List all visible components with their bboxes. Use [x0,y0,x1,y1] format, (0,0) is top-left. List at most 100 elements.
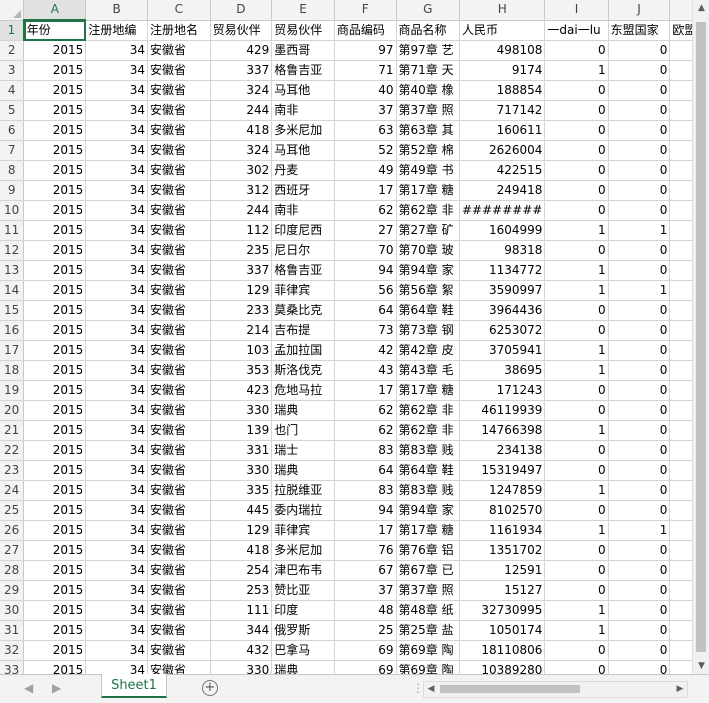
row-header[interactable]: 8 [0,160,25,181]
data-cell[interactable]: 2015 [23,340,87,361]
column-header-H[interactable]: H [459,0,546,21]
data-cell[interactable]: 76 [334,540,397,561]
header-cell[interactable]: 东盟国家 [608,20,671,41]
data-cell[interactable]: 83 [334,440,397,461]
data-cell[interactable]: 委内瑞拉 [271,500,335,521]
data-cell[interactable]: 0 [608,180,671,201]
column-header-J[interactable]: J [608,0,671,21]
row-header[interactable]: 2 [0,40,25,61]
header-cell[interactable]: 注册地名 [147,20,211,41]
data-cell[interactable]: 2015 [23,500,87,521]
data-cell[interactable]: 马耳他 [271,140,335,161]
data-cell[interactable]: 安徽省 [147,520,211,541]
vertical-scroll-thumb[interactable] [696,22,706,652]
data-cell[interactable]: 吉布提 [271,320,335,341]
add-sheet-icon[interactable]: + [202,680,218,696]
row-header[interactable]: 22 [0,440,25,461]
data-cell[interactable]: 40 [334,80,397,101]
data-cell[interactable]: 津巴布韦 [271,560,335,581]
data-cell[interactable]: 244 [210,200,273,221]
data-cell[interactable]: 第97章 艺 [396,40,460,61]
data-cell[interactable]: 34 [85,340,148,361]
data-cell[interactable]: 0 [544,160,609,181]
scroll-down-icon[interactable]: ▼ [693,658,709,674]
data-cell[interactable]: 34 [85,40,148,61]
data-cell[interactable]: 69 [334,640,397,661]
data-cell[interactable]: 25 [334,620,397,641]
data-cell[interactable]: 56 [334,280,397,301]
data-cell[interactable]: 129 [210,280,273,301]
scroll-right-icon[interactable]: ▶ [673,682,687,697]
data-cell[interactable]: 安徽省 [147,400,211,421]
data-cell[interactable]: 253 [210,580,273,601]
data-cell[interactable]: 34 [85,540,148,561]
data-cell[interactable]: 瑞典 [271,400,335,421]
row-header[interactable]: 33 [0,660,25,674]
data-cell[interactable]: 安徽省 [147,320,211,341]
data-cell[interactable]: 1 [544,280,609,301]
data-cell[interactable]: 安徽省 [147,380,211,401]
data-cell[interactable]: 249418 [459,180,546,201]
data-cell[interactable]: 2015 [23,120,87,141]
data-cell[interactable]: 0 [608,660,671,674]
row-header[interactable]: 30 [0,600,25,621]
data-cell[interactable]: 12591 [459,560,546,581]
data-cell[interactable]: 2015 [23,320,87,341]
data-cell[interactable]: 94 [334,500,397,521]
data-cell[interactable]: 2015 [23,640,87,661]
data-cell[interactable]: 15319497 [459,460,546,481]
data-cell[interactable]: 0 [544,120,609,141]
data-cell[interactable]: 第94章 家 [396,500,460,521]
data-cell[interactable]: 34 [85,460,148,481]
data-cell[interactable]: 0 [544,140,609,161]
data-cell[interactable]: 2015 [23,200,87,221]
data-cell[interactable]: 233 [210,300,273,321]
data-cell[interactable]: 34 [85,300,148,321]
data-cell[interactable]: 2015 [23,300,87,321]
data-cell[interactable]: 安徽省 [147,420,211,441]
data-cell[interactable]: 17 [334,520,397,541]
data-cell[interactable]: 0 [608,40,671,61]
data-cell[interactable]: 2015 [23,520,87,541]
data-cell[interactable]: 安徽省 [147,100,211,121]
data-cell[interactable]: 巴拿马 [271,640,335,661]
data-cell[interactable]: 0 [544,560,609,581]
row-header[interactable]: 11 [0,220,25,241]
column-header-C[interactable]: C [147,0,211,21]
data-cell[interactable]: 62 [334,400,397,421]
data-cell[interactable]: 安徽省 [147,340,211,361]
data-cell[interactable]: 432 [210,640,273,661]
data-cell[interactable]: 第70章 玻 [396,240,460,261]
data-cell[interactable]: 第42章 皮 [396,340,460,361]
data-cell[interactable]: 瑞士 [271,440,335,461]
data-cell[interactable]: 瑞典 [271,460,335,481]
data-cell[interactable]: 第69章 陶 [396,640,460,661]
data-cell[interactable]: 1 [544,360,609,381]
data-cell[interactable]: 2015 [23,280,87,301]
data-cell[interactable]: 3964436 [459,300,546,321]
data-cell[interactable]: 安徽省 [147,160,211,181]
data-cell[interactable]: 2015 [23,40,87,61]
data-cell[interactable]: 墨西哥 [271,40,335,61]
data-cell[interactable]: 第64章 鞋 [396,460,460,481]
data-cell[interactable]: 429 [210,40,273,61]
data-cell[interactable]: 安徽省 [147,500,211,521]
data-cell[interactable]: 46119939 [459,400,546,421]
data-cell[interactable]: 安徽省 [147,140,211,161]
data-cell[interactable]: 瑞典 [271,660,335,674]
data-cell[interactable]: 423 [210,380,273,401]
data-cell[interactable]: 337 [210,260,273,281]
header-cell[interactable]: 年份 [23,20,87,41]
data-cell[interactable]: 34 [85,580,148,601]
data-cell[interactable]: 2626004 [459,140,546,161]
data-cell[interactable]: 34 [85,360,148,381]
data-cell[interactable]: 2015 [23,180,87,201]
data-cell[interactable]: 27 [334,220,397,241]
data-cell[interactable]: 3590997 [459,280,546,301]
data-cell[interactable]: 第17章 糖 [396,180,460,201]
data-cell[interactable]: 1604999 [459,220,546,241]
data-cell[interactable]: 37 [334,580,397,601]
data-cell[interactable]: 0 [544,640,609,661]
row-header[interactable]: 16 [0,320,25,341]
data-cell[interactable]: 0 [608,340,671,361]
